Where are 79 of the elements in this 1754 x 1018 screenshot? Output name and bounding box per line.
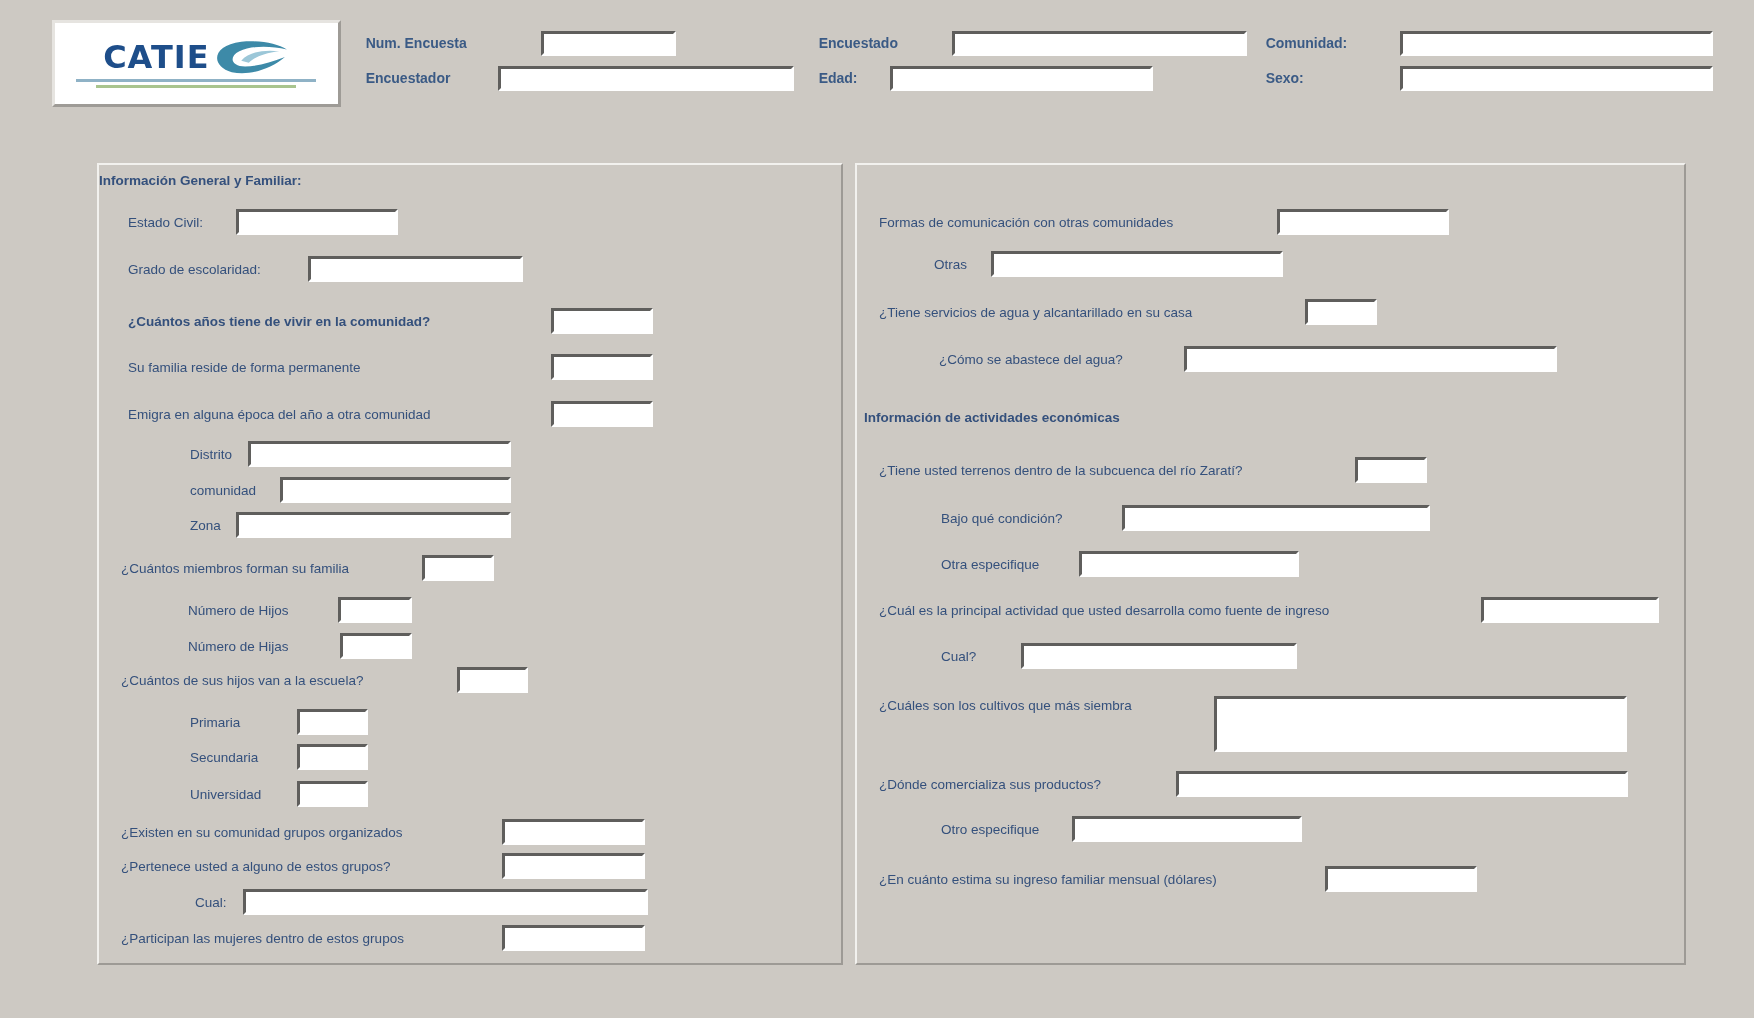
input-field[interactable] bbox=[248, 441, 511, 467]
field-label: comunidad bbox=[190, 482, 258, 498]
field-label: Sexo: bbox=[1265, 70, 1305, 86]
input-field[interactable] bbox=[502, 853, 645, 879]
input-field[interactable] bbox=[1399, 65, 1713, 91]
input-field[interactable] bbox=[497, 65, 794, 91]
input-field[interactable] bbox=[1079, 551, 1299, 577]
section-heading: Información de actividades económicas bbox=[864, 409, 1120, 425]
field-label: Encuestado bbox=[818, 35, 899, 51]
field-label: ¿Tiene usted terrenos dentro de la subcuenca del río Zaratí? bbox=[879, 462, 1244, 478]
field-label: Cual? bbox=[941, 648, 978, 664]
input-field[interactable] bbox=[1355, 457, 1427, 483]
input-field[interactable] bbox=[308, 256, 523, 282]
input-field[interactable] bbox=[1481, 597, 1659, 623]
input-field[interactable] bbox=[280, 477, 511, 503]
input-field[interactable] bbox=[502, 819, 645, 845]
field-label: ¿Cuántos miembros forman su familia bbox=[121, 560, 351, 576]
field-label: Num. Encuesta bbox=[365, 35, 468, 51]
input-field[interactable] bbox=[1305, 299, 1377, 325]
field-label: Comunidad: bbox=[1265, 35, 1349, 51]
input-field[interactable] bbox=[1277, 209, 1449, 235]
field-label: Estado Civil: bbox=[128, 214, 205, 230]
field-label: ¿Dónde comercializa sus productos? bbox=[879, 776, 1103, 792]
input-field[interactable] bbox=[551, 401, 653, 427]
field-label: Otra especifique bbox=[941, 556, 1041, 572]
section-heading: Información General y Familiar: bbox=[99, 172, 302, 188]
input-field[interactable] bbox=[297, 744, 368, 770]
field-label: ¿Cuántos de sus hijos van a la escuela? bbox=[121, 672, 365, 688]
field-label: Cual: bbox=[195, 894, 228, 910]
field-label: ¿En cuánto estima su ingreso familiar mensual (dólares) bbox=[879, 871, 1218, 887]
input-field[interactable] bbox=[1122, 505, 1430, 531]
input-field[interactable] bbox=[551, 354, 653, 380]
input-field[interactable] bbox=[1072, 816, 1302, 842]
field-label: Universidad bbox=[190, 786, 263, 802]
field-label: ¿Cuántos años tiene de vivir en la comunidad? bbox=[128, 313, 432, 329]
input-field[interactable] bbox=[889, 65, 1153, 91]
input-field[interactable] bbox=[243, 889, 648, 915]
field-label: Encuestador bbox=[365, 70, 452, 86]
field-label: Formas de comunicación con otras comunidades bbox=[879, 214, 1175, 230]
input-field[interactable] bbox=[422, 555, 494, 581]
input-field[interactable] bbox=[340, 633, 412, 659]
input-field[interactable] bbox=[457, 667, 528, 693]
input-field[interactable] bbox=[297, 781, 368, 807]
field-label: ¿Cómo se abastece del agua? bbox=[939, 351, 1124, 367]
field-label: Su familia reside de forma permanente bbox=[128, 359, 362, 375]
input-field[interactable] bbox=[1184, 346, 1557, 372]
logo-text: CATIE bbox=[103, 37, 210, 76]
field-label: Distrito bbox=[190, 446, 233, 462]
field-label: Grado de escolaridad: bbox=[128, 261, 262, 277]
input-field[interactable] bbox=[1325, 866, 1477, 892]
input-field[interactable] bbox=[502, 925, 645, 951]
input-field[interactable] bbox=[551, 308, 653, 334]
input-field[interactable] bbox=[1021, 643, 1297, 669]
field-label: ¿Cuáles son los cultivos que más siembra bbox=[879, 698, 1133, 713]
input-field[interactable] bbox=[1399, 30, 1713, 56]
input-field[interactable] bbox=[236, 209, 398, 235]
field-label: Primaria bbox=[190, 714, 242, 730]
field-label: Emigra en alguna época del año a otra comunidad bbox=[128, 406, 432, 422]
field-label: ¿Cuál es la principal actividad que usted desarrolla como fuente de ingreso bbox=[879, 602, 1331, 618]
field-label: Bajo qué condición? bbox=[941, 510, 1064, 526]
field-label: Secundaria bbox=[190, 749, 260, 765]
input-field[interactable] bbox=[297, 709, 368, 735]
field-label: ¿Tiene servicios de agua y alcantarillado en su casa bbox=[879, 304, 1194, 320]
field-label: Número de Hijas bbox=[188, 638, 290, 654]
input-field[interactable] bbox=[951, 30, 1247, 56]
input-field[interactable] bbox=[338, 597, 412, 623]
field-label: ¿Pertenece usted a alguno de estos grupos? bbox=[121, 858, 392, 874]
field-label: Edad: bbox=[818, 70, 859, 86]
field-label: Otro especifique bbox=[941, 821, 1041, 837]
field-label: Zona bbox=[190, 517, 222, 533]
text-area[interactable] bbox=[1214, 696, 1627, 752]
field-label: Otras bbox=[934, 256, 968, 272]
field-label: Número de Hijos bbox=[188, 602, 290, 618]
input-field[interactable] bbox=[1176, 771, 1628, 797]
input-field[interactable] bbox=[540, 30, 676, 56]
field-label: ¿Existen en su comunidad grupos organizados bbox=[121, 824, 404, 840]
input-field[interactable] bbox=[991, 251, 1283, 277]
input-field[interactable] bbox=[236, 512, 511, 538]
field-label: ¿Participan las mujeres dentro de estos grupos bbox=[121, 930, 405, 946]
